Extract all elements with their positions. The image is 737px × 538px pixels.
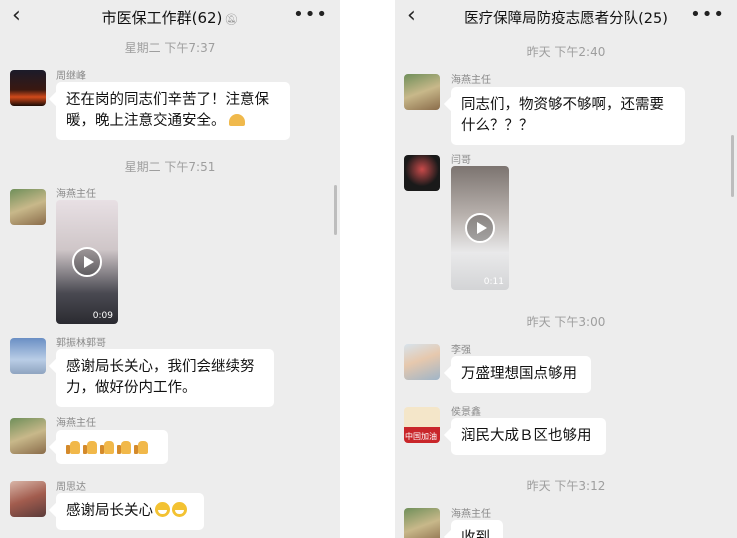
message-bubble[interactable]: 同志们，物资够不够啊，还需要什么？？？ [451,87,685,145]
scrollbar[interactable] [334,185,337,235]
more-options-icon[interactable]: ••• [293,4,328,25]
thumbs-up-icon [83,440,97,454]
play-icon[interactable] [465,213,495,243]
scrollbar[interactable] [731,135,734,197]
play-icon[interactable] [72,247,102,277]
avatar[interactable]: 中国加油 [404,407,440,443]
message-bubble[interactable]: 润民大成Ｂ区也够用 [451,418,606,455]
timestamp: 星期二 下午7:37 [124,41,216,55]
right-chat-title: 医疗保障局防疫志愿者分队(25) [464,11,668,27]
avatar[interactable] [404,74,440,110]
message-text: 同志们，物资够不够啊，还需要什么？？？ [461,97,664,134]
grinning-face-emoji-icon [155,502,170,517]
sender-name: 闫哥 [451,155,471,166]
sender-name: 李强 [451,345,471,356]
message-text: 感谢局长关心，我们会继续努力，做好份内工作。 [66,359,255,396]
left-top-bar: ‹ 市医保工作群(62) 🔕︎ ••• [0,0,340,34]
more-options-icon[interactable]: ••• [690,4,725,25]
message-bubble[interactable] [56,430,168,464]
timestamp: 昨天 下午2:40 [526,45,606,59]
timestamp: 昨天 下午3:12 [526,479,606,493]
avatar[interactable] [404,155,440,191]
avatar[interactable] [404,508,440,538]
video-message[interactable]: 0:11 [451,166,509,290]
message-bubble[interactable]: 感谢局长关心 [56,493,204,530]
sender-name: 海燕主任 [451,509,491,520]
right-chat-screen: ‹ 医疗保障局防疫志愿者分队(25) ••• 昨天 下午2:40 海燕主任 同志… [395,0,737,538]
message-bubble[interactable]: 收到 [451,520,503,538]
thumbs-up-icon [66,440,80,454]
thumbs-up-icon [134,440,148,454]
grinning-face-emoji-icon [172,502,187,517]
sender-name: 海燕主任 [56,418,96,429]
thumbs-up-icon [117,440,131,454]
timestamp: 星期二 下午7:51 [124,160,216,174]
video-duration: 0:09 [92,311,113,321]
right-top-bar: ‹ 医疗保障局防疫志愿者分队(25) ••• [395,0,737,34]
sender-name: 郭振林郭哥 [56,338,106,349]
left-chat-screen: ‹ 市医保工作群(62) 🔕︎ ••• 星期二 下午7:37 周继峰 还在岗的同志… [0,0,340,538]
sender-name: 侯景鑫 [451,407,481,418]
sender-name: 周继峰 [56,71,86,82]
left-chat-title: 市医保工作群(62) 🔕︎ [0,7,340,28]
message-bubble[interactable]: 还在岗的同志们辛苦了！注意保暖，晚上注意交通安全。 [56,82,290,140]
video-duration: 0:11 [483,277,504,287]
avatar[interactable] [10,189,46,225]
avatar[interactable] [10,418,46,454]
message-text: 润民大成Ｂ区也够用 [461,428,592,444]
thumbs-up-icon [100,440,114,454]
timestamp: 昨天 下午3:00 [526,315,606,329]
praying-hands-emoji-icon [228,114,245,126]
mute-bell-icon: 🔕︎ [224,13,239,26]
avatar-caption: 中国加油 [405,432,437,441]
avatar[interactable] [10,338,46,374]
video-message[interactable]: 0:09 [56,200,118,324]
left-chat-title-text: 市医保工作群(62) [101,9,223,27]
message-text: 万盛理想国点够用 [461,366,577,382]
message-bubble[interactable]: 万盛理想国点够用 [451,356,591,393]
avatar[interactable] [10,70,46,106]
message-text: 感谢局长关心 [66,503,153,519]
avatar[interactable] [404,344,440,380]
message-text: 收到 [461,530,490,538]
message-bubble[interactable]: 感谢局长关心，我们会继续努力，做好份内工作。 [56,349,274,407]
sender-name: 周思达 [56,482,86,493]
sender-name: 海燕主任 [56,189,96,200]
sender-name: 海燕主任 [451,75,491,86]
avatar[interactable] [10,481,46,517]
